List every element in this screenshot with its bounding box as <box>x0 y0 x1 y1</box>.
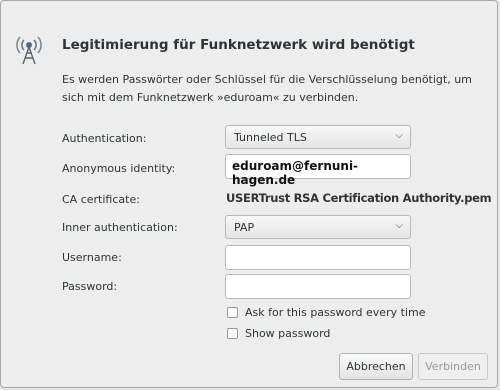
ask-password-checkbox[interactable] <box>227 307 238 318</box>
inner-authentication-value: PAP <box>234 221 255 234</box>
inner-authentication-label: Inner authentication: <box>62 221 178 234</box>
anonymous-identity-field[interactable]: eduroam@fernuni-hagen.de <box>225 154 411 187</box>
password-field[interactable] <box>225 274 411 299</box>
password-label: Password: <box>62 280 118 293</box>
username-label: Username: <box>62 251 122 264</box>
wireless-antenna-icon <box>16 36 42 65</box>
chevron-down-icon: ⌵ <box>395 130 403 141</box>
inner-authentication-dropdown[interactable]: PAP ⌵ <box>225 215 411 239</box>
cancel-button[interactable]: Abbrechen <box>339 353 413 380</box>
dialog-title: Legitimierung für Funknetzwerk wird benö… <box>62 37 415 53</box>
authentication-value: Tunneled TLS <box>234 131 307 144</box>
anonymous-identity-label: Anonymous identity: <box>62 162 176 175</box>
show-password-checkbox[interactable] <box>227 328 238 339</box>
username-field[interactable] <box>225 245 411 270</box>
connect-button[interactable]: Verbinden <box>418 353 488 380</box>
ask-password-label[interactable]: Ask for this password every time <box>245 306 425 319</box>
authentication-label: Authentication: <box>62 132 147 145</box>
ca-certificate-label: CA certificate: <box>62 193 140 206</box>
show-password-label[interactable]: Show password <box>245 327 330 340</box>
wireless-auth-dialog: Legitimierung für Funknetzwerk wird benö… <box>0 0 498 388</box>
dialog-description: Es werden Passwörter oder Schlüssel für … <box>62 73 472 104</box>
ca-certificate-file-button[interactable]: USERTrust RSA Certification Authority.pe… <box>226 191 492 205</box>
authentication-dropdown[interactable]: Tunneled TLS ⌵ <box>225 125 411 149</box>
chevron-down-icon: ⌵ <box>395 220 403 231</box>
